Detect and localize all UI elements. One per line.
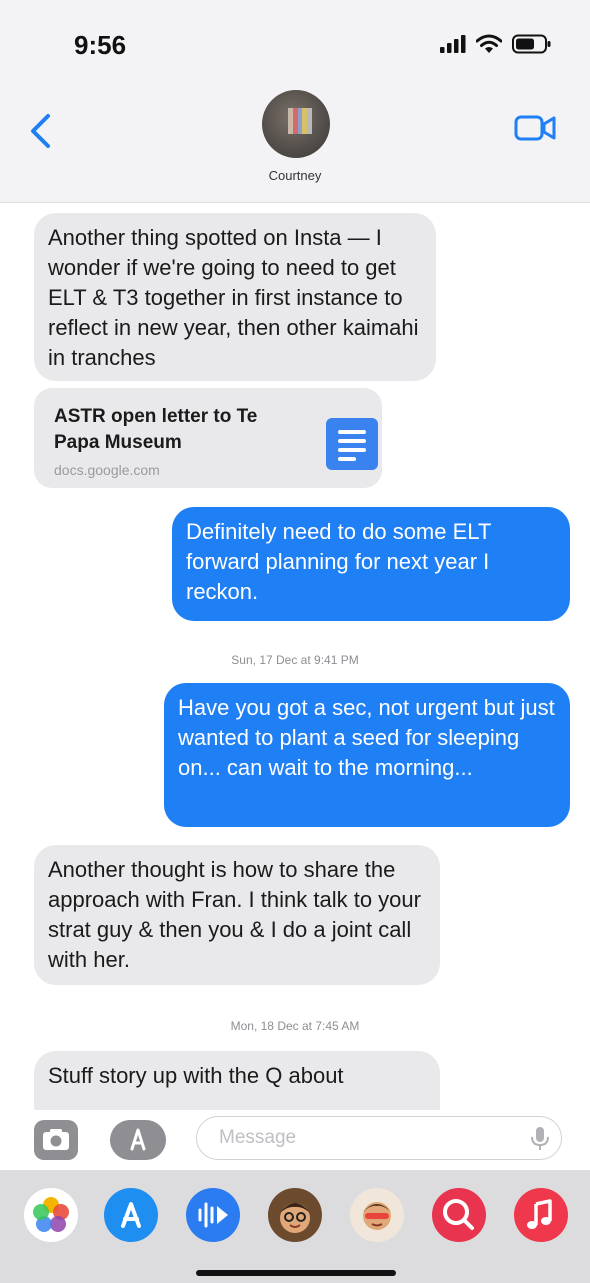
camera-button[interactable] (34, 1120, 78, 1160)
app-store-button[interactable] (110, 1120, 166, 1160)
conversation-header: Courtney (0, 90, 590, 203)
image-search-icon[interactable] (432, 1188, 486, 1242)
incoming-message[interactable]: Another thought is how to share the appr… (34, 845, 440, 985)
link-preview-domain: docs.google.com (54, 462, 160, 478)
wifi-icon (476, 34, 502, 53)
microphone-icon (531, 1127, 549, 1150)
camera-icon (43, 1129, 69, 1150)
memoji-icon[interactable] (268, 1188, 322, 1242)
message-text: Have you got a sec, not urgent but just … (178, 695, 555, 780)
waveform-icon (198, 1202, 228, 1228)
message-input-bar (0, 1110, 590, 1170)
incoming-message[interactable]: Another thing spotted on Insta — I wonde… (34, 213, 436, 381)
link-preview-card[interactable]: ASTR open letter to Te Papa Museum docs.… (34, 388, 382, 488)
contact-name[interactable]: Courtney (0, 168, 590, 183)
link-preview-title: ASTR open letter to Te Papa Museum (54, 406, 258, 453)
photos-flower-icon (33, 1197, 69, 1232)
facetime-video-button[interactable] (514, 112, 558, 149)
outgoing-message[interactable]: Definitely need to do some ELT forward p… (172, 507, 570, 621)
back-button[interactable] (24, 108, 60, 154)
music-note-icon (527, 1199, 552, 1229)
imessage-app-drawer (0, 1170, 590, 1283)
memoji-stickers-icon[interactable] (350, 1188, 404, 1242)
video-camera-icon (514, 115, 556, 141)
music-app-icon[interactable] (514, 1188, 568, 1242)
app-store-icon[interactable] (104, 1188, 158, 1242)
memoji-sticker-face-icon (363, 1202, 391, 1230)
photos-app-icon[interactable] (24, 1188, 78, 1242)
incoming-message[interactable]: Stuff story up with the Q about (34, 1051, 440, 1110)
timestamp: Mon, 18 Dec at 7:45 AM (230, 1019, 360, 1033)
app-store-glyph-icon (121, 1202, 141, 1228)
home-indicator[interactable] (196, 1270, 396, 1276)
microphone-button[interactable] (530, 1126, 550, 1157)
message-text: Another thing spotted on Insta — I wonde… (48, 225, 419, 370)
message-text: Definitely need to do some ELT forward p… (186, 519, 491, 604)
message-thread[interactable]: Another thing spotted on Insta — I wonde… (0, 203, 590, 1110)
status-bar: 9:56 (0, 0, 590, 90)
memoji-face-icon (279, 1203, 311, 1233)
message-text: Another thought is how to share the appr… (48, 857, 421, 972)
chevron-left-icon (31, 114, 50, 148)
google-docs-icon (326, 418, 378, 470)
message-text: Stuff story up with the Q about (48, 1063, 344, 1088)
cellular-signal-icon (440, 35, 466, 53)
audio-message-icon[interactable] (186, 1188, 240, 1242)
timestamp: Sun, 17 Dec at 9:41 PM (231, 653, 359, 667)
status-icons (440, 34, 552, 54)
battery-icon (512, 34, 551, 54)
magnifier-icon (443, 1199, 474, 1230)
message-input[interactable] (196, 1116, 562, 1160)
status-time: 9:56 (74, 30, 127, 60)
contact-avatar[interactable] (262, 90, 330, 158)
avatar-image (288, 108, 312, 134)
outgoing-message[interactable]: Have you got a sec, not urgent but just … (164, 683, 570, 827)
app-store-icon (130, 1128, 146, 1151)
